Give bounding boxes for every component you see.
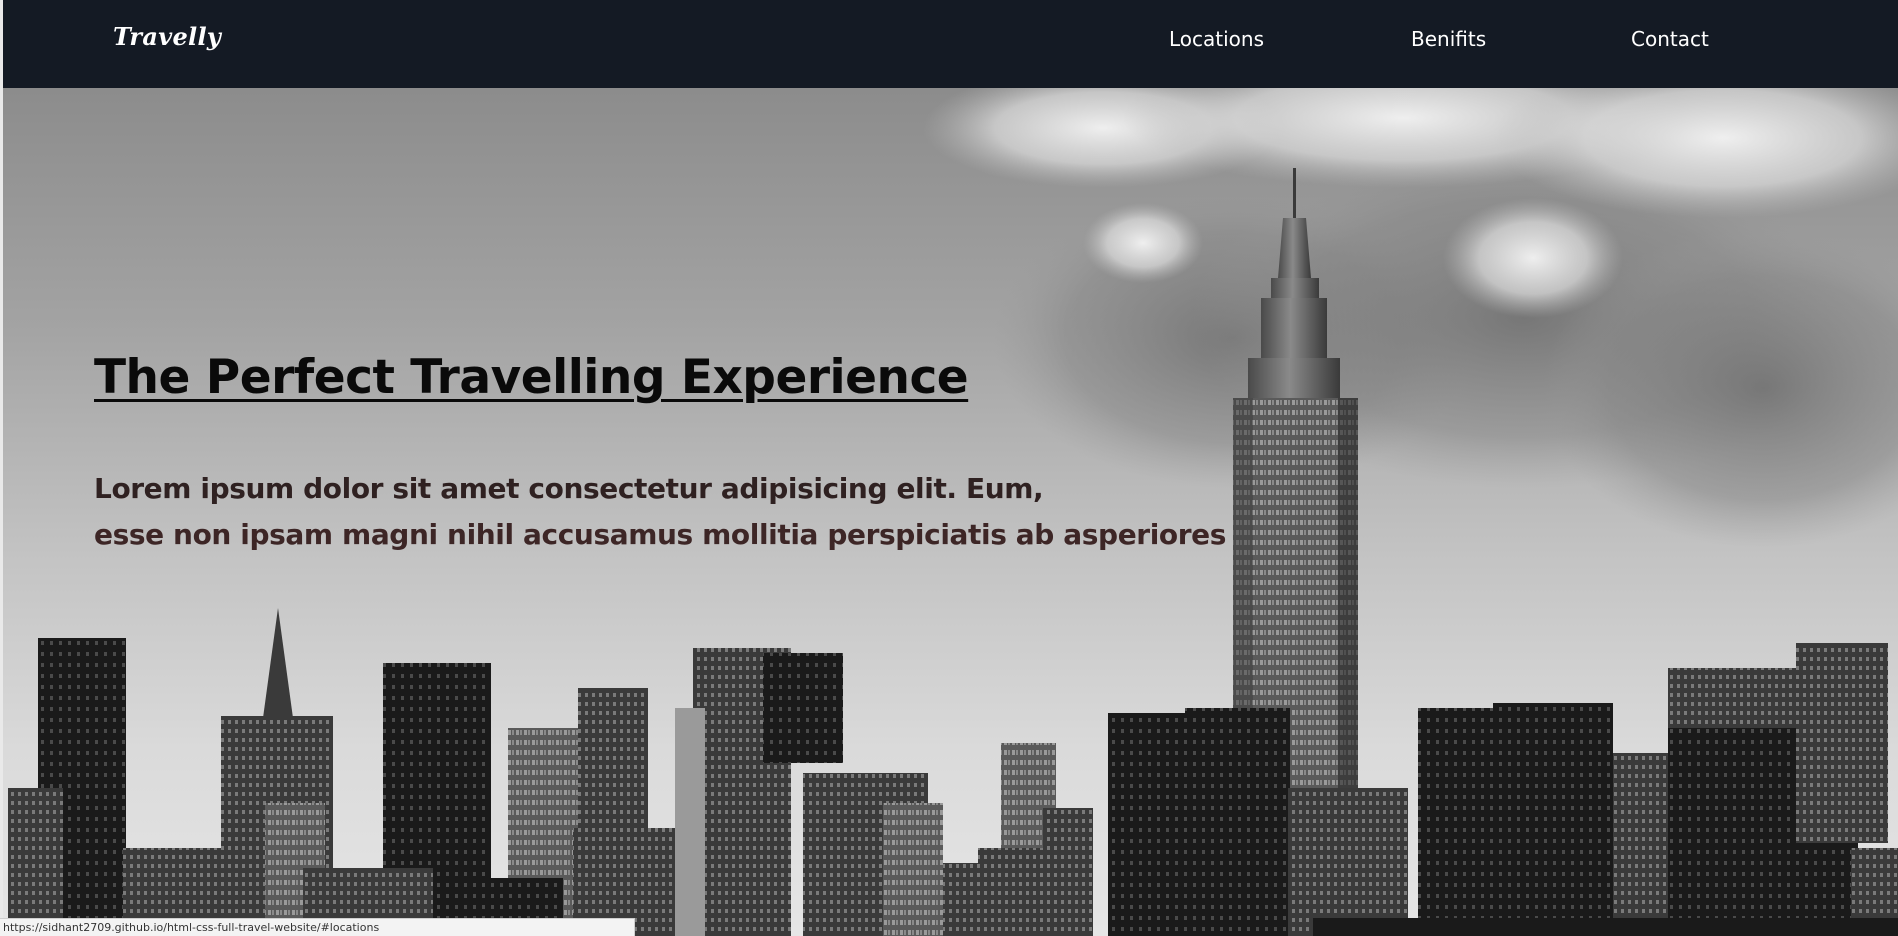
site-logo[interactable]: Travelly [113, 22, 221, 51]
hero-description: Lorem ipsum dolor sit amet consectetur a… [94, 466, 1294, 558]
nav-link-benifits[interactable]: Benifits [1411, 27, 1486, 51]
hero-title: The Perfect Travelling Experience [94, 350, 969, 405]
hero-section: The Perfect Travelling Experience Lorem … [3, 88, 1898, 936]
hero-description-line-2: esse non ipsam magni nihil accusamus mol… [94, 518, 1226, 551]
hero-description-line-1: Lorem ipsum dolor sit amet consectetur a… [94, 472, 1044, 505]
skyline-buildings [8, 608, 1898, 936]
nav-link-contact[interactable]: Contact [1631, 27, 1709, 51]
navbar: Travelly Locations Benifits Contact [3, 0, 1898, 88]
nav-link-locations[interactable]: Locations [1169, 27, 1264, 51]
browser-status-bar-url: https://sidhant2709.github.io/html-css-f… [0, 918, 635, 936]
website-frame: Travelly Locations Benifits Contact The … [3, 0, 1898, 936]
browser-page: Travelly Locations Benifits Contact The … [0, 0, 1898, 936]
